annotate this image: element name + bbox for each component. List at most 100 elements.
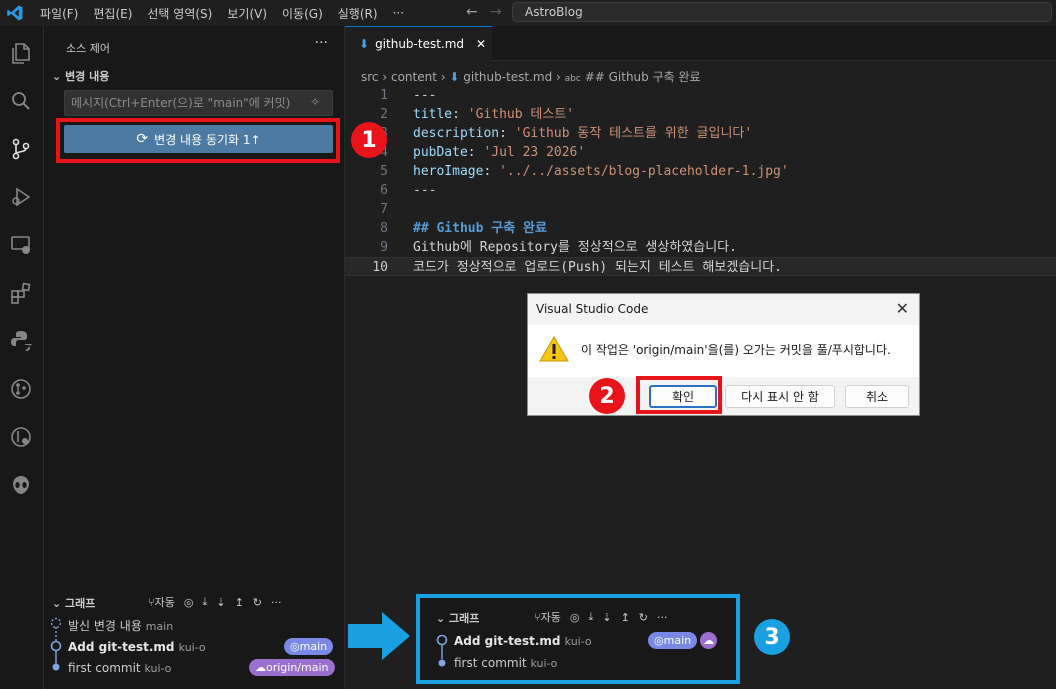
menu-more[interactable]: ··· xyxy=(393,6,404,20)
line-text: 코드가 정상적으로 업로드(Push) 되는지 테스트 해보겠습니다. xyxy=(413,258,782,277)
title-bar: 파일(F) 편집(E) 선택 영역(S) 보기(V) 이동(G) 실행(R) ·… xyxy=(0,0,1056,26)
graph-lines xyxy=(50,617,62,671)
extensions-icon[interactable] xyxy=(8,280,34,306)
line-number: 6 xyxy=(380,183,388,198)
graph-row-title: 발신 변경 내용 xyxy=(68,619,142,633)
code-line[interactable]: 3description: 'Github 동작 테스트를 위한 글입니다' xyxy=(345,124,1056,143)
code-token: : xyxy=(467,145,484,160)
refresh-icon[interactable]: ↻ xyxy=(253,596,262,609)
sparkle-icon[interactable]: ✧ xyxy=(310,95,320,109)
graph-row-author: main xyxy=(145,620,174,633)
search-icon[interactable] xyxy=(8,88,34,114)
close-icon[interactable]: ✕ xyxy=(476,37,486,51)
dont-show-again-button[interactable]: 다시 표시 안 함 xyxy=(725,385,835,408)
menu-edit[interactable]: 편집(E) xyxy=(93,5,132,22)
close-icon[interactable]: ✕ xyxy=(896,299,909,318)
commit-message-input[interactable]: 메시지(Ctrl+Enter(으)로 "main"에 커밋) xyxy=(64,90,333,116)
markdown-file-icon: ⬇ xyxy=(449,70,460,84)
tab-github-test-md[interactable]: ⬇ github-test.md ✕ xyxy=(345,26,492,61)
code-token: 'Github 동작 테스트를 위한 글입니다' xyxy=(514,126,753,141)
fetch-icon[interactable]: ⤓ xyxy=(202,595,207,609)
graph-row[interactable]: first commit kui-o xyxy=(68,661,171,675)
dialog-title: Visual Studio Code xyxy=(536,302,649,316)
breadcrumb-item[interactable]: src xyxy=(361,70,379,84)
line-number: 9 xyxy=(380,240,388,255)
line-number: 7 xyxy=(380,202,388,217)
code-token: '../../assets/blog-placeholder-1.jpg' xyxy=(499,164,789,179)
remote-explorer-icon[interactable] xyxy=(8,232,34,258)
code-token: title xyxy=(413,107,453,122)
editor-tab-bar: ⬇ github-test.md ✕ xyxy=(345,26,1056,61)
chevron-down-icon: ⌄ xyxy=(52,70,62,83)
markdown-file-icon: ⬇ xyxy=(359,37,370,51)
push-icon[interactable]: ↥ xyxy=(235,596,244,609)
code-token: description xyxy=(413,126,500,141)
code-token: Github에 Repository를 정상적으로 생상하였습니다. xyxy=(413,240,737,255)
dialog-message: 이 작업은 'origin/main'을(를) 오가는 커밋을 풀/푸시합니다. xyxy=(581,343,891,357)
activity-bar xyxy=(0,26,44,689)
code-line[interactable]: 7 xyxy=(345,200,1056,219)
code-token: 'Jul 23 2026' xyxy=(483,145,586,160)
vscode-logo-icon xyxy=(7,5,23,21)
graph-row-author: kui-o xyxy=(178,641,206,654)
graph-header-label: ⌄ 그래프 xyxy=(52,597,96,610)
menu-selection[interactable]: 선택 영역(S) xyxy=(147,5,212,22)
code-line[interactable]: 8 ## Github 구축 완료 xyxy=(345,219,1056,238)
menu-go[interactable]: 이동(G) xyxy=(282,5,323,22)
graph-row-title: first commit xyxy=(68,661,141,675)
arrow-icon xyxy=(348,612,410,660)
graph-row[interactable]: 발신 변경 내용 main xyxy=(68,617,173,634)
run-debug-icon[interactable] xyxy=(8,184,34,210)
graph-row[interactable]: Add git-test.md kui-o xyxy=(68,640,206,654)
forward-arrow-icon[interactable]: → xyxy=(490,4,502,20)
code-line[interactable]: 4 pubDate: 'Jul 23 2026' xyxy=(345,143,1056,162)
python-icon[interactable] xyxy=(8,328,34,354)
git-graph-icon[interactable] xyxy=(8,376,34,402)
code-line[interactable]: 1 --- xyxy=(345,86,1056,105)
target-icon[interactable]: ◎ xyxy=(184,596,194,609)
cancel-button[interactable]: 취소 xyxy=(845,385,909,408)
command-center-search[interactable]: AstroBlog xyxy=(512,2,1052,22)
alien-icon[interactable] xyxy=(8,472,34,498)
pull-icon[interactable]: ⇣ xyxy=(216,596,225,609)
code-token: heroImage xyxy=(413,164,484,179)
highlight-box-ok xyxy=(636,376,722,414)
line-number: 1 xyxy=(380,88,388,103)
code-token: pubDate xyxy=(413,145,468,160)
menu-file[interactable]: 파일(F) xyxy=(40,5,78,22)
menu-view[interactable]: 보기(V) xyxy=(227,5,267,22)
changes-section-header[interactable]: ⌄ 변경 내용 xyxy=(52,68,109,84)
graph-section-header[interactable]: ⌄ 그래프 ⑂자동 ◎ ⤓ ⇣ ↥ ↻ ··· xyxy=(44,591,345,611)
step-marker-1: 1 xyxy=(351,122,387,158)
auto-branch-button[interactable]: ⑂자동 xyxy=(148,594,175,610)
line-text: description: 'Github 동작 테스트를 위한 글입니다' xyxy=(413,124,752,143)
line-number: 10 xyxy=(372,260,388,275)
back-arrow-icon[interactable]: ← xyxy=(466,4,478,20)
menu-bar: 파일(F) 편집(E) 선택 영역(S) 보기(V) 이동(G) 실행(R) ·… xyxy=(40,0,419,26)
source-control-icon[interactable] xyxy=(8,136,34,162)
explorer-icon[interactable] xyxy=(8,40,34,66)
code-line[interactable]: 10 코드가 정상적으로 업로드(Push) 되는지 테스트 해보겠습니다. xyxy=(345,257,1056,276)
code-line[interactable]: 9 Github에 Repository를 정상적으로 생상하였습니다. xyxy=(345,238,1056,257)
line-text: heroImage: '../../assets/blog-placeholde… xyxy=(413,162,789,181)
code-token: 'Github 테스트' xyxy=(467,107,575,122)
graph-row-title: Add git-test.md xyxy=(68,640,175,654)
code-line[interactable]: 6 --- xyxy=(345,181,1056,200)
line-text: --- xyxy=(413,181,436,200)
breadcrumb-item[interactable]: content xyxy=(391,70,437,84)
code-token: 코드가 정상적으로 업로드(Push) 되는지 테스트 해보겠습니다. xyxy=(413,260,783,275)
line-text: Github에 Repository를 정상적으로 생상하였습니다. xyxy=(413,238,737,257)
breadcrumb-item[interactable]: github-test.md xyxy=(463,70,552,84)
menu-run[interactable]: 실행(R) xyxy=(338,5,378,22)
code-line[interactable]: 5 heroImage: '../../assets/blog-placehold… xyxy=(345,162,1056,181)
confirm-dialog: Visual Studio Code ✕ 이 작업은 'origin/main'… xyxy=(527,293,920,416)
breadcrumb: src › content › ⬇ github-test.md › abc #… xyxy=(361,70,701,84)
gitlens-icon[interactable] xyxy=(8,424,34,450)
graph-more-icon[interactable]: ··· xyxy=(271,596,282,609)
line-text: pubDate: 'Jul 23 2026' xyxy=(413,143,585,162)
code-line[interactable]: 2 title: 'Github 테스트' xyxy=(345,105,1056,124)
step-marker-3: 3 xyxy=(754,619,790,655)
breadcrumb-item[interactable]: ## Github 구축 완료 xyxy=(585,70,701,84)
dialog-body: 이 작업은 'origin/main'을(를) 오가는 커밋을 풀/푸시합니다. xyxy=(528,325,919,377)
sidebar-more-button[interactable]: ··· xyxy=(315,35,328,51)
